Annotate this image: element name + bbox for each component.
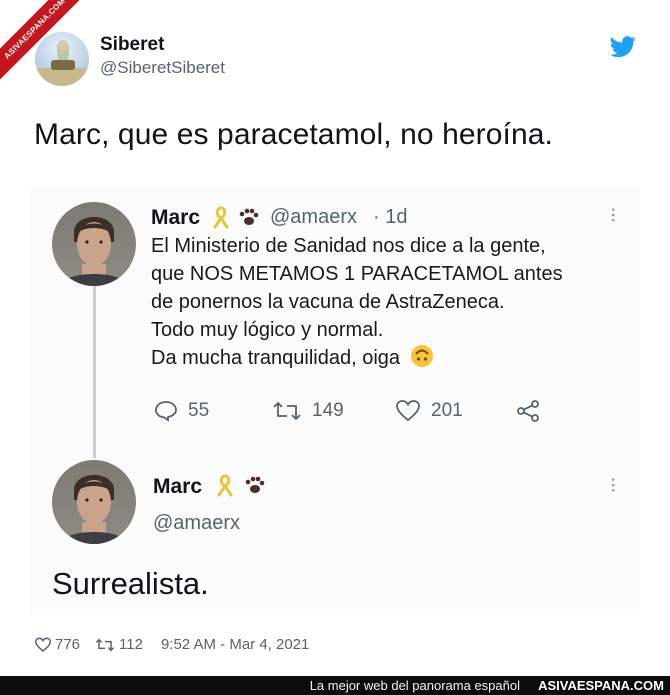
reply-icon bbox=[155, 401, 177, 422]
yellow-ribbon-icon bbox=[213, 206, 229, 229]
quoted-author-avatar[interactable] bbox=[52, 202, 136, 286]
like-count: 201 bbox=[431, 400, 463, 421]
author-name[interactable]: Siberet bbox=[100, 34, 164, 56]
face-image bbox=[60, 475, 128, 544]
more-options-icon[interactable]: ··· bbox=[602, 206, 627, 222]
thread-line bbox=[93, 283, 96, 458]
quoted-line: Da mucha tranquilidad, oiga bbox=[151, 344, 601, 372]
quoted-line: que NOS METAMOS 1 PARACETAMOL antes bbox=[151, 263, 563, 285]
tweet-text: Marc, que es paracetamol, no heroína. bbox=[34, 118, 553, 151]
tweet-stats: 776 112 9:52 AM - Mar 4, 2021 bbox=[34, 636, 315, 653]
yellow-ribbon-icon bbox=[217, 474, 233, 497]
quoted-age: · 1d bbox=[373, 206, 408, 228]
face-image bbox=[60, 217, 128, 286]
footer-banner: La mejor web del panorama español ASIVAE… bbox=[0, 676, 670, 695]
upside-down-face-icon bbox=[410, 345, 433, 367]
quoted-line: El Ministerio de Sanidad nos dice a la g… bbox=[151, 235, 546, 257]
quoted-line: Todo muy lógico y normal. bbox=[151, 319, 384, 341]
twitter-bird-icon[interactable] bbox=[610, 36, 636, 58]
retweet-action[interactable]: 149 bbox=[272, 399, 344, 423]
quoted-author-name[interactable]: Marc bbox=[151, 206, 200, 230]
retweet-icon bbox=[273, 401, 301, 421]
quoted-body: El Ministerio de Sanidad nos dice a la g… bbox=[151, 232, 601, 372]
reply-author-avatar[interactable] bbox=[52, 460, 136, 544]
more-options-icon[interactable]: ··· bbox=[602, 476, 627, 492]
reply-count: 55 bbox=[188, 400, 210, 421]
like-action[interactable]: 201 bbox=[395, 399, 463, 423]
retweet-count: 149 bbox=[312, 400, 344, 421]
author-avatar[interactable] bbox=[35, 32, 89, 86]
like-count: 776 bbox=[55, 636, 81, 653]
retweet-count: 112 bbox=[119, 636, 143, 653]
heart-icon bbox=[396, 400, 420, 422]
reply-author-handle[interactable]: @amaerx bbox=[153, 512, 240, 535]
heart-icon[interactable] bbox=[34, 637, 52, 653]
quoted-author-handle[interactable]: @amaerx bbox=[270, 206, 357, 229]
tweet-timestamp[interactable]: 9:52 AM - Mar 4, 2021 bbox=[161, 636, 309, 653]
quoted-line: de ponernos la vacuna de AstraZeneca. bbox=[151, 291, 505, 313]
retweet-icon[interactable] bbox=[94, 637, 116, 653]
reply-author-name[interactable]: Marc bbox=[153, 475, 202, 499]
reply-action[interactable]: 55 bbox=[154, 399, 209, 423]
share-action[interactable] bbox=[515, 399, 541, 423]
avatar-image bbox=[35, 40, 89, 86]
footer-site-link[interactable]: ASIVAESPANA.COM bbox=[538, 676, 664, 695]
share-icon bbox=[517, 400, 539, 422]
author-handle[interactable]: @SiberetSiberet bbox=[100, 58, 225, 78]
paw-icon bbox=[239, 208, 259, 225]
reply-text: Surrealista. bbox=[52, 566, 209, 601]
footer-tagline: La mejor web del panorama español bbox=[309, 678, 520, 693]
paw-icon bbox=[245, 476, 265, 493]
